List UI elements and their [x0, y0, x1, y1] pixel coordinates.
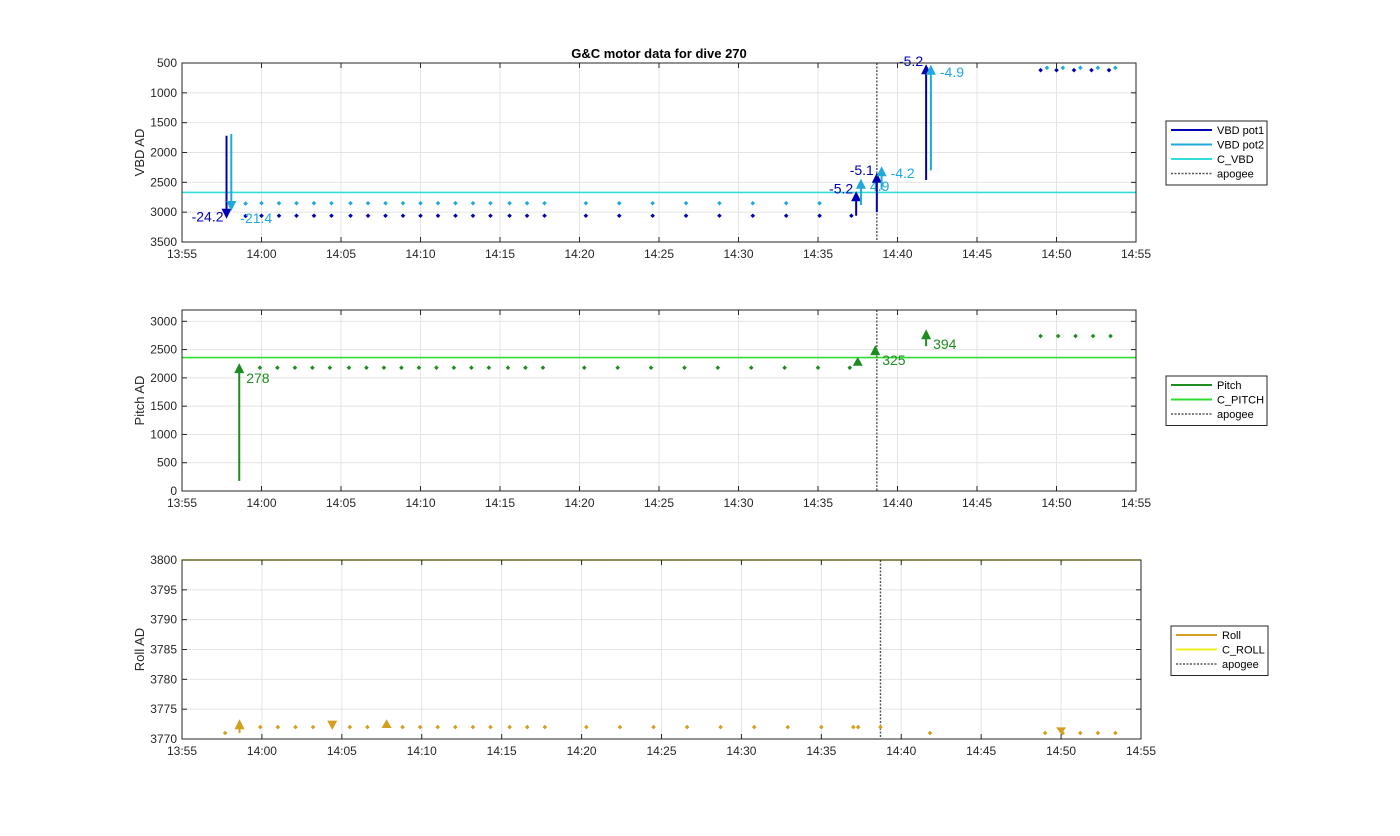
legend-entry: Roll — [1222, 630, 1241, 642]
x-tick-label: 14:15 — [485, 247, 515, 261]
move-label: -24.2 — [192, 209, 224, 225]
x-tick-label: 14:00 — [247, 744, 277, 758]
chart-title: G&C motor data for dive 270 — [571, 46, 747, 61]
y-tick-label: 2500 — [150, 343, 177, 357]
x-tick-label: 14:10 — [405, 247, 435, 261]
y-axis-label: Pitch AD — [132, 376, 147, 426]
y-tick-label: 3780 — [150, 672, 177, 686]
y-tick-label: 3000 — [150, 205, 177, 219]
move-label: -4.9 — [940, 64, 964, 80]
y-tick-label: 3800 — [150, 553, 177, 567]
move-label: -21.4 — [240, 210, 272, 226]
x-tick-label: 14:05 — [327, 744, 357, 758]
legend-entry: C_ROLL — [1222, 645, 1265, 657]
y-tick-label: 2500 — [150, 175, 177, 189]
x-tick-label: 14:50 — [1041, 247, 1071, 261]
legend-entry: apogee — [1222, 659, 1259, 671]
x-tick-label: 14:00 — [246, 247, 276, 261]
x-tick-label: 14:20 — [564, 247, 594, 261]
x-tick-label: 14:30 — [726, 744, 756, 758]
x-tick-label: 14:10 — [407, 744, 437, 758]
legend-entry: Pitch — [1217, 380, 1241, 392]
chart-panel-3: 13:55 14:00 14:05 14:10 14:15 14:20 14:25 14:30… — [132, 553, 1269, 758]
x-tick-label: 14:05 — [326, 496, 356, 510]
x-tick-label: 14:50 — [1046, 744, 1076, 758]
x-tick-label: 14:45 — [966, 744, 996, 758]
y-tick-label: 2000 — [150, 146, 177, 160]
x-tick-label: 14:25 — [646, 744, 676, 758]
x-tick-label: 14:35 — [803, 247, 833, 261]
y-tick-label: 3500 — [150, 235, 177, 249]
x-tick-label: 14:55 — [1121, 247, 1151, 261]
legend-entry: apogee — [1217, 409, 1254, 421]
y-tick-label: 1500 — [150, 116, 177, 130]
x-tick-label: 14:25 — [644, 247, 674, 261]
move-label: -5.2 — [899, 53, 923, 69]
x-tick-label: 14:15 — [487, 744, 517, 758]
x-tick-label: 14:30 — [723, 496, 753, 510]
x-tick-label: 14:15 — [485, 496, 515, 510]
move-label: 394 — [933, 336, 957, 352]
legend-entry: VBD pot1 — [1217, 125, 1264, 137]
y-tick-label: 500 — [157, 456, 177, 470]
x-tick-label: 14:40 — [882, 247, 912, 261]
chart-panel-2: 278 325 394 13:55 14:00 14:05 14:10 14:15 14:20 1… — [132, 309, 1268, 510]
x-tick-label: 14:00 — [246, 496, 276, 510]
legend-entry: apogee — [1217, 169, 1254, 181]
legend: VBD pot1 VBD pot2 C_VBDapogee — [1165, 120, 1268, 186]
y-axis-label: VBD AD — [132, 129, 147, 177]
x-tick-label: 14:35 — [806, 744, 836, 758]
x-tick-label: 14:40 — [882, 496, 912, 510]
x-tick-label: 13:55 — [167, 247, 197, 261]
x-tick-label: 14:45 — [962, 247, 992, 261]
figure: -24.2 -21.4 -5.2 4.9 -5.1 -4.2 -5.2 -4.9 13:55 14… — [0, 0, 1400, 831]
y-tick-label: 3790 — [150, 613, 177, 627]
x-tick-label: 14:55 — [1126, 744, 1156, 758]
x-tick-label: 14:05 — [326, 247, 356, 261]
y-tick-label: 2000 — [150, 371, 177, 385]
legend-entry: C_VBD — [1217, 154, 1254, 166]
x-tick-label: 13:55 — [167, 744, 197, 758]
move-label: 325 — [882, 352, 906, 368]
x-tick-label: 13:55 — [167, 496, 197, 510]
x-tick-label: 14:10 — [405, 496, 435, 510]
x-tick-label: 14:45 — [962, 496, 992, 510]
y-tick-label: 1500 — [150, 399, 177, 413]
move-label: -5.1 — [850, 162, 874, 178]
y-tick-label: 3785 — [150, 643, 177, 657]
x-tick-label: 14:50 — [1041, 496, 1071, 510]
x-tick-label: 14:20 — [564, 496, 594, 510]
x-tick-label: 14:25 — [644, 496, 674, 510]
y-tick-label: 3000 — [150, 314, 177, 328]
move-label: -5.2 — [829, 180, 853, 196]
legend-entry: C_PITCH — [1217, 395, 1264, 407]
chart-panel-1: -24.2 -21.4-5.2 4.9-5.1 -4.2-5.2-4.913:55 14… — [132, 46, 1268, 261]
y-tick-label: 0 — [170, 484, 177, 498]
y-tick-label: 1000 — [150, 427, 177, 441]
legend: Roll C_ROLLapogee — [1170, 625, 1269, 676]
legend: Pitch C_PITCHapogee — [1165, 375, 1268, 426]
y-tick-label: 3775 — [150, 702, 177, 716]
y-axis-label: Roll AD — [132, 628, 147, 671]
y-tick-label: 500 — [157, 56, 177, 70]
y-tick-label: 3770 — [150, 732, 177, 746]
x-tick-label: 14:55 — [1121, 496, 1151, 510]
x-tick-label: 14:40 — [886, 744, 916, 758]
x-tick-label: 14:20 — [567, 744, 597, 758]
x-tick-label: 14:35 — [803, 496, 833, 510]
move-label: 278 — [246, 370, 270, 386]
y-tick-label: 1000 — [150, 86, 177, 100]
y-tick-label: 3795 — [150, 583, 177, 597]
move-label: -4.2 — [891, 165, 915, 181]
legend-entry: VBD pot2 — [1217, 140, 1264, 152]
x-tick-label: 14:30 — [723, 247, 753, 261]
figure-canvas: -24.2 -21.4-5.2 4.9-5.1 -4.2-5.2-4.913:55 14… — [132, 46, 1269, 758]
